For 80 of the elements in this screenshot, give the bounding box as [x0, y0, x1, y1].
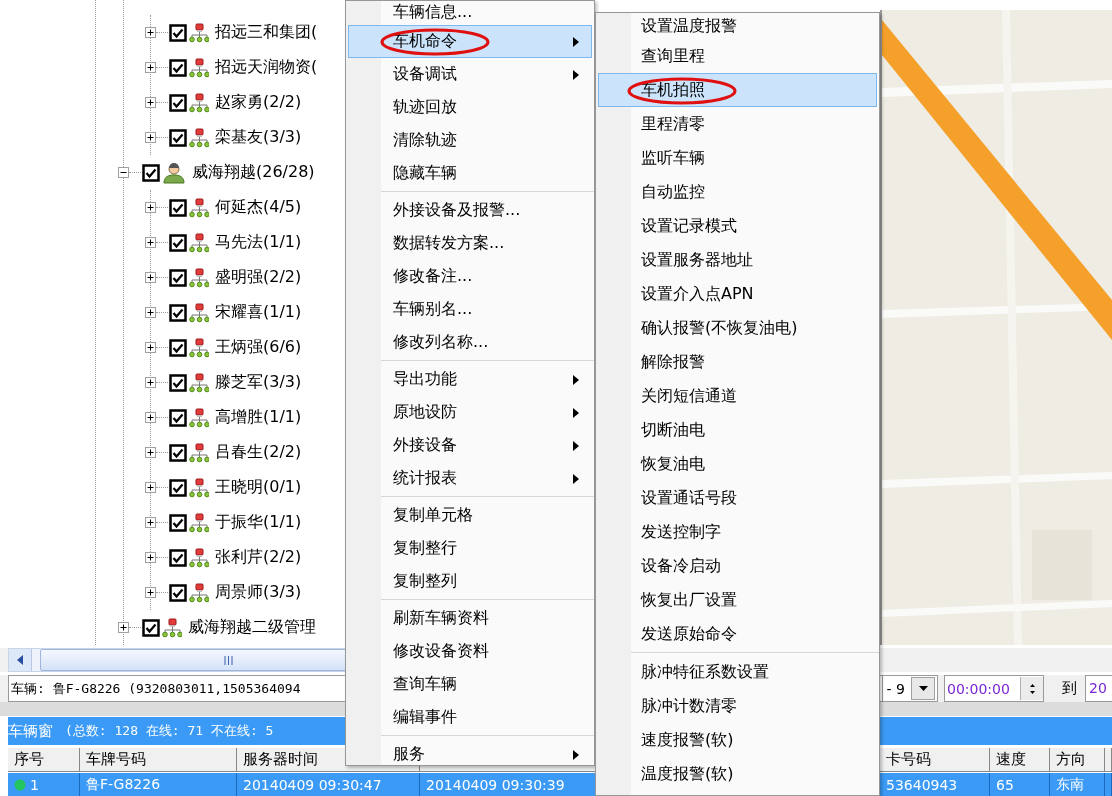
menu-item[interactable]: 统计报表: [348, 462, 592, 495]
menu-item[interactable]: 轨迹回放: [348, 91, 592, 124]
menu-item[interactable]: 确认报警(不恢复油电): [598, 311, 877, 345]
menu-item[interactable]: 编辑事件: [348, 701, 592, 734]
menu-item[interactable]: 数据转发方案...: [348, 227, 592, 260]
menu-item[interactable]: 外接设备: [348, 429, 592, 462]
tree-item[interactable]: 栾基友(3/3): [215, 127, 302, 148]
tree-item[interactable]: 张利芹(2/2): [215, 547, 302, 568]
tree-item[interactable]: 何延杰(4/5): [215, 197, 302, 218]
tree-item[interactable]: 盛明强(2/2): [215, 267, 302, 288]
menu-item[interactable]: 修改列名称...: [348, 326, 592, 359]
end-date-field[interactable]: 20: [1085, 675, 1112, 702]
table-cell: 鲁F-G8226: [80, 773, 237, 796]
menu-item[interactable]: 车机命令: [348, 25, 592, 58]
tree-item[interactable]: 周景师(3/3): [215, 582, 302, 603]
menu-item[interactable]: 设置通话号段: [598, 481, 877, 515]
table-cell: 东南: [1050, 773, 1105, 796]
tree-item[interactable]: 高增胜(1/1): [215, 407, 302, 428]
menu-item[interactable]: 车辆别名...: [348, 293, 592, 326]
menu-item[interactable]: 查询里程: [598, 39, 877, 73]
table-cell: 20140409 09:30:47: [237, 773, 420, 796]
tree-item[interactable]: 赵家勇(2/2): [215, 92, 302, 113]
column-header[interactable]: 速度: [990, 748, 1050, 772]
menu-item[interactable]: 里程清零: [598, 107, 877, 141]
menu-item[interactable]: 发送原始命令: [598, 617, 877, 651]
menu-item[interactable]: 车辆信息...: [348, 1, 592, 25]
date-value: - 9: [886, 680, 905, 697]
menu-item[interactable]: 查询车辆: [348, 668, 592, 701]
menu-item[interactable]: 关闭短信通道: [598, 379, 877, 413]
menu-item[interactable]: 复制单元格: [348, 499, 592, 532]
menu-item[interactable]: 发送控制字: [598, 515, 877, 549]
vehicle-count-summary: (总数: 128 在线: 71 不在线: 5: [65, 722, 274, 740]
tree-item[interactable]: 招远三和集团(: [215, 22, 318, 43]
table-cell: 65: [990, 773, 1050, 796]
menu-item[interactable]: 修改备注...: [348, 260, 592, 293]
tree-item[interactable]: 王炳强(6/6): [215, 337, 302, 358]
column-header[interactable]: 车牌号码: [80, 748, 237, 772]
menu-item[interactable]: 外接设备及报警...: [348, 194, 592, 227]
menu-item[interactable]: 恢复出厂设置: [598, 583, 877, 617]
menu-item[interactable]: 设备冷启动: [598, 549, 877, 583]
tree-item[interactable]: 威海翔越二级管理: [188, 617, 316, 638]
menu-item[interactable]: 导出功能: [348, 363, 592, 396]
row-number: 1: [30, 776, 39, 793]
tree-item[interactable]: 马先法(1/1): [215, 232, 302, 253]
menu-item[interactable]: 设备调试: [348, 58, 592, 91]
menu-item[interactable]: 车机拍照: [598, 73, 877, 107]
time-value: 00:00:00: [947, 680, 1010, 697]
menu-item[interactable]: 恢复油电: [598, 447, 877, 481]
menu-item[interactable]: 设置介入点APN: [598, 277, 877, 311]
menu-item[interactable]: 修改设备资料: [348, 635, 592, 668]
panel-title: 车辆窗: [8, 721, 53, 741]
menu-item[interactable]: 切断油电: [598, 413, 877, 447]
column-header[interactable]: 方向: [1050, 748, 1105, 772]
menu-item[interactable]: 设置记录模式: [598, 209, 877, 243]
table-cell: 53640943: [880, 773, 990, 796]
menu-item[interactable]: 脉冲特征系数设置: [598, 655, 877, 689]
menu-item[interactable]: 设置服务器地址: [598, 243, 877, 277]
time-field[interactable]: 00:00:00: [944, 675, 1044, 702]
tree-item[interactable]: 招远天润物资(: [215, 57, 318, 78]
menu-item[interactable]: 解除报警: [598, 345, 877, 379]
menu-item[interactable]: 速度报警(软): [598, 723, 877, 757]
menu-item[interactable]: 原地设防: [348, 396, 592, 429]
tree-item[interactable]: 威海翔越(26/28): [192, 162, 315, 183]
tree-item[interactable]: 王晓明(0/1): [215, 477, 302, 498]
menu-item[interactable]: 设置温度报警: [598, 15, 877, 39]
to-label: 到: [1062, 679, 1077, 698]
date-picker[interactable]: - 9: [882, 675, 938, 702]
menu-item[interactable]: 清除轨迹: [348, 124, 592, 157]
tree-item[interactable]: 于振华(1/1): [215, 512, 302, 533]
menu-item[interactable]: 隐藏车辆: [348, 157, 592, 190]
tree-item[interactable]: 宋耀喜(1/1): [215, 302, 302, 323]
menu-item[interactable]: 监听车辆: [598, 141, 877, 175]
menu-item[interactable]: 自动监控: [598, 175, 877, 209]
tree-item[interactable]: 滕芝军(3/3): [215, 372, 302, 393]
column-header[interactable]: 序号: [8, 748, 80, 772]
menu-item[interactable]: 复制整列: [348, 565, 592, 598]
tree-item[interactable]: 吕春生(2/2): [215, 442, 302, 463]
menu-item[interactable]: 脉冲计数清零: [598, 689, 877, 723]
menu-item[interactable]: 刷新车辆资料: [348, 602, 592, 635]
menu-item[interactable]: 复制整行: [348, 532, 592, 565]
